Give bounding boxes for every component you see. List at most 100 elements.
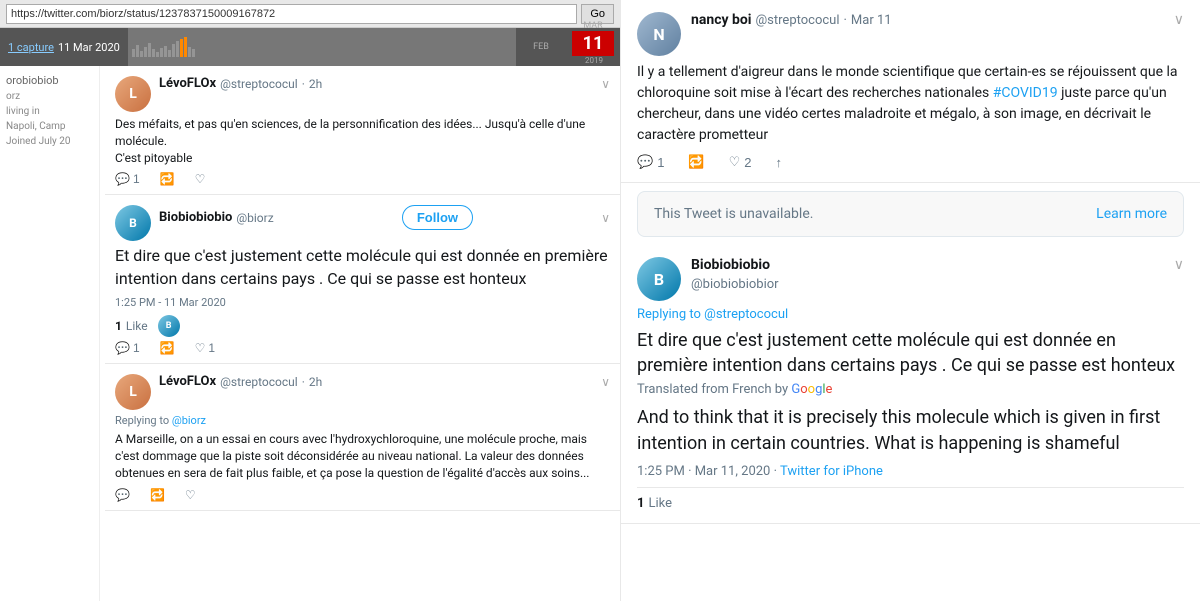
tweets-column: L LévoFLOx @streptococul · 2h ∨ Des méfa… xyxy=(105,66,620,511)
reply-icon: 💬 xyxy=(115,172,130,186)
retweet-button[interactable]: 🔁 xyxy=(150,488,165,502)
like-button[interactable]: ♡ 2 xyxy=(729,154,752,170)
learn-more-link[interactable]: Learn more xyxy=(1096,206,1167,222)
tweet-handle: @streptococul xyxy=(220,77,298,91)
retweet-button[interactable]: 🔁 xyxy=(160,341,175,355)
tweet-name-row: LévoFLOx @streptococul · 2h ∨ xyxy=(159,374,610,389)
like-count: 2 xyxy=(744,155,751,170)
tbar xyxy=(136,45,139,57)
right-tweet-card-bio: B Biobiobiobio ∨ @biobiobiobior Replying… xyxy=(621,245,1200,524)
capture-link[interactable]: 1 capture xyxy=(8,41,54,54)
tweet-dot: · xyxy=(302,375,305,389)
prev-year: 2019 xyxy=(585,56,603,65)
tweet-header: B Biobiobiobio @biorz Follow ∨ xyxy=(115,205,610,241)
google-e: e xyxy=(826,382,833,397)
current-month-box: MAR 11 2019 2020 xyxy=(566,28,620,66)
tbar-active xyxy=(180,39,183,57)
unavailable-tweet-box: This Tweet is unavailable. Learn more xyxy=(637,191,1184,237)
tweet-card-levo2: L LévoFLOx @streptococul · 2h ∨ Replying… xyxy=(105,364,620,510)
profile-joined: Joined July 20 xyxy=(6,136,93,147)
reply-button[interactable]: 💬 1 xyxy=(637,154,664,170)
likes-count: 1 xyxy=(115,319,122,333)
right-tweet-handle-row: @biobiobiobior xyxy=(691,273,1184,292)
reply-count: 1 xyxy=(657,155,664,170)
google-o2: o xyxy=(808,382,815,397)
tbar xyxy=(140,51,143,57)
tweet-source-link[interactable]: Twitter for iPhone xyxy=(780,464,883,479)
tweet-actions: 💬 1 🔁 ♡ 1 xyxy=(115,341,610,355)
right-tweet-likes-row: 1 Like xyxy=(637,487,1184,511)
right-likes-label: Like xyxy=(648,496,672,511)
tbar xyxy=(188,47,191,57)
tweet-display-name: LévoFLOx xyxy=(159,374,216,389)
heart-icon: ♡ xyxy=(195,341,206,355)
tweet-name-row: nancy boi @streptococul · Mar 11 ∨ xyxy=(691,12,1184,28)
profile-strip: orobiobiob orz living in Napoli, Camp Jo… xyxy=(0,66,100,601)
profile-info: orz xyxy=(6,91,93,102)
chevron-down-icon[interactable]: ∨ xyxy=(1174,257,1184,273)
right-tweet-handle: @streptococul xyxy=(756,13,840,28)
tbar xyxy=(172,44,175,57)
tweet-display-name: Biobiobiobio xyxy=(159,210,232,225)
right-likes-count: 1 xyxy=(637,496,644,511)
reply-count: 1 xyxy=(133,172,140,186)
url-bar[interactable] xyxy=(6,4,577,24)
reply-to-handle[interactable]: @streptococul xyxy=(704,307,788,322)
tbar xyxy=(144,47,147,57)
tweet-header: L LévoFLOx @streptococul · 2h ∨ xyxy=(115,374,610,410)
tweet-likes-row: 1 Like B xyxy=(115,315,610,337)
retweet-icon: 🔁 xyxy=(160,172,175,186)
tweet-timestamp: 1:25 PM - 11 Mar 2020 xyxy=(115,296,610,309)
timeline-bars xyxy=(128,37,516,57)
like-button[interactable]: ♡ xyxy=(185,488,196,502)
profile-username: orobiobiob xyxy=(6,74,93,87)
current-day: 11 xyxy=(572,31,614,56)
right-panel: N nancy boi @streptococul · Mar 11 ∨ Il … xyxy=(620,0,1200,601)
right-tweet-body-original: Et dire que c'est justement cette molécu… xyxy=(637,328,1184,378)
retweet-icon: 🔁 xyxy=(688,154,704,170)
calendar-timeline xyxy=(128,28,516,66)
like-count: 1 xyxy=(208,341,215,355)
reply-button[interactable]: 💬 1 xyxy=(115,172,140,186)
tweet-header: L LévoFLOx @streptococul · 2h ∨ xyxy=(115,76,610,112)
right-tweet-header: B Biobiobiobio ∨ @biobiobiobior xyxy=(637,257,1184,301)
tweet-handle: @biorz xyxy=(236,211,273,225)
reply-button[interactable]: 💬 xyxy=(115,488,130,502)
chevron-down-icon[interactable]: ∨ xyxy=(601,211,610,225)
calendar-bar: 1 capture 11 Mar 2020 xyxy=(0,28,620,66)
tbar xyxy=(148,43,151,57)
tbar xyxy=(192,49,195,57)
tweet-meta: LévoFLOx @streptococul · 2h ∨ xyxy=(159,76,610,91)
translated-from-label: Translated from French by xyxy=(637,382,788,397)
retweet-button[interactable]: 🔁 xyxy=(688,154,704,170)
tweet-handle: @streptococul xyxy=(220,375,298,389)
tweet-name-row: LévoFLOx @streptococul · 2h ∨ xyxy=(159,76,610,91)
prev-month-box: FEB xyxy=(516,28,566,66)
tweet-display-name: LévoFLOx xyxy=(159,76,216,91)
retweet-button[interactable]: 🔁 xyxy=(160,172,175,186)
google-g: G xyxy=(791,382,800,397)
tbar xyxy=(160,48,163,57)
right-tweet-meta: Biobiobiobio ∨ @biobiobiobior xyxy=(691,257,1184,292)
chevron-down-icon[interactable]: ∨ xyxy=(601,375,610,389)
chevron-down-icon[interactable]: ∨ xyxy=(1174,12,1184,28)
tweet-actions: 💬 🔁 ♡ xyxy=(115,488,610,502)
reply-to-handle[interactable]: @biorz xyxy=(172,414,206,427)
right-tweet-handle: @biobiobiobior xyxy=(691,277,779,292)
like-button[interactable]: ♡ xyxy=(195,172,206,186)
follow-button[interactable]: Follow xyxy=(402,205,473,230)
liker-avatar: B xyxy=(158,315,180,337)
chevron-down-icon[interactable]: ∨ xyxy=(601,77,610,91)
profile-location: Napoli, Camp xyxy=(6,121,93,132)
reply-button[interactable]: 💬 1 xyxy=(115,341,140,355)
share-icon: ↑ xyxy=(776,155,783,170)
tweet-reply-to: Replying to @streptococul xyxy=(637,307,1184,322)
hashtag-covid19[interactable]: #COVID19 xyxy=(993,85,1058,101)
tweet-body: Des méfaits, et pas qu'en sciences, de l… xyxy=(115,116,610,166)
share-button[interactable]: ↑ xyxy=(776,155,783,170)
right-tweet-body: Il y a tellement d'aigreur dans le monde… xyxy=(637,62,1184,146)
google-o1: o xyxy=(800,382,807,397)
google-brand: Google xyxy=(791,382,832,397)
retweet-icon: 🔁 xyxy=(150,488,165,502)
like-button[interactable]: ♡ 1 xyxy=(195,341,215,355)
